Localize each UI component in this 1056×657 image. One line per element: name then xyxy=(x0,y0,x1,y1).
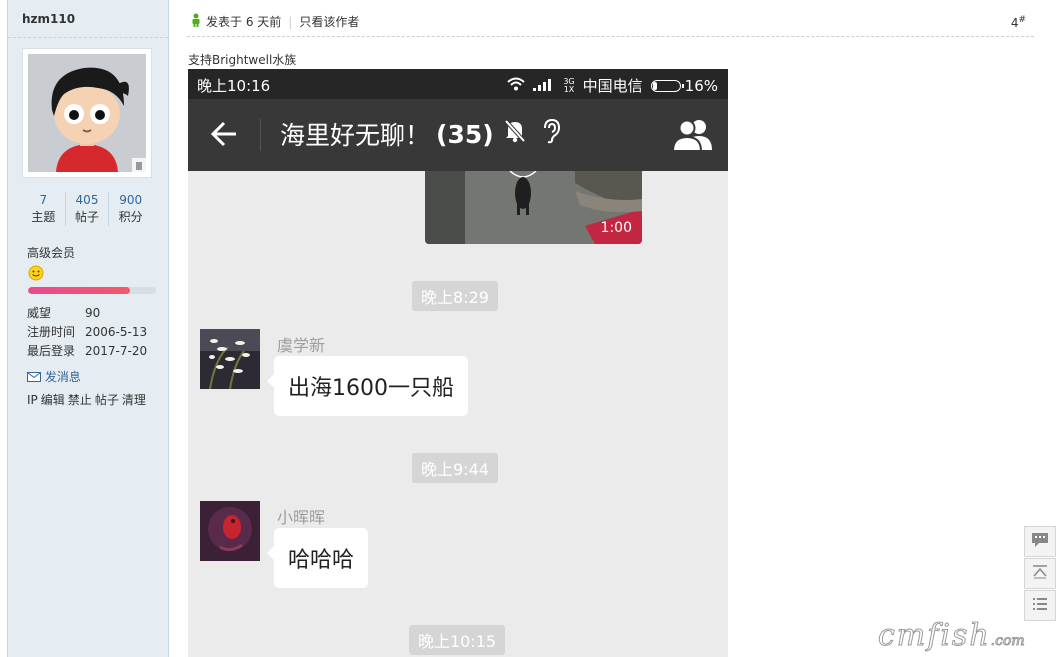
watermark-main: cmfish xyxy=(878,618,991,654)
send-message-label: 发消息 xyxy=(44,370,81,384)
admin-clean-link[interactable]: 清理 xyxy=(122,393,146,407)
info-key: 最后登录 xyxy=(27,344,76,358)
info-last-login: 最后登录 2017-7-20 xyxy=(27,342,147,359)
signal-icon xyxy=(533,77,555,95)
user-stats: 7 主题 405 帖子 900 积分 xyxy=(22,192,152,226)
admin-edit-link[interactable]: 编辑 xyxy=(41,393,65,407)
member-count: (35) xyxy=(436,119,494,149)
list-icon xyxy=(1032,597,1048,614)
rank-progress-fill xyxy=(28,287,131,294)
floor-number[interactable]: 4# xyxy=(1011,15,1026,30)
watermark-tail: .com xyxy=(990,633,1025,650)
stat-label: 主题 xyxy=(31,210,56,224)
sender-avatar[interactable] xyxy=(200,329,260,389)
smiley-icon xyxy=(28,265,44,284)
back-to-top-button[interactable] xyxy=(1024,558,1056,589)
comment-icon xyxy=(1031,532,1049,551)
envelope-icon xyxy=(27,370,45,384)
site-watermark: cmfish.com xyxy=(878,618,1026,654)
admin-ban-link[interactable]: 禁止 xyxy=(68,393,92,407)
stat-value: 900 xyxy=(119,193,143,207)
info-key: 威望 xyxy=(27,306,52,320)
sender-name: 虞学新 xyxy=(277,336,326,355)
chat-title: 海里好无聊！ (35) xyxy=(280,116,562,152)
post-body-text: 支持Brightwell水族 xyxy=(188,53,297,67)
stat-value: 405 xyxy=(75,193,99,207)
info-key: 注册时间 xyxy=(27,325,76,339)
user-rank: 高级会员 xyxy=(27,246,76,260)
message-bubble[interactable]: 出海1600一只船 xyxy=(267,356,468,416)
battery-icon xyxy=(650,79,684,92)
floor-mark: # xyxy=(1018,15,1026,25)
chat-time-chip: 晚上9:44 xyxy=(412,453,498,483)
wifi-icon xyxy=(507,77,526,95)
group-members-icon[interactable] xyxy=(671,117,714,154)
carrier-name: 中国电信 xyxy=(582,77,643,95)
online-status-icon xyxy=(191,13,201,30)
earpiece-icon xyxy=(540,118,562,150)
separator: | xyxy=(288,14,293,29)
chat-time-chip: 晚上8:29 xyxy=(412,281,498,311)
post-header: 发表于 6 天前 | 只看该作者 4# xyxy=(187,12,1034,37)
author-name[interactable]: hzm110 xyxy=(22,12,75,26)
only-author-link[interactable]: 只看该作者 xyxy=(299,13,359,30)
battery-percent: 16% xyxy=(684,76,718,95)
admin-links: IP 编辑 禁止 帖子 清理 xyxy=(27,391,149,408)
back-to-list-button[interactable] xyxy=(1024,590,1056,621)
stat-threads[interactable]: 7 主题 xyxy=(22,192,66,226)
video-message-thumbnail[interactable]: 1:00 xyxy=(425,171,642,244)
chat-nav-bar: 海里好无聊！ (35) xyxy=(188,99,728,171)
divider xyxy=(8,37,168,38)
admin-ip-link[interactable]: IP xyxy=(27,393,38,407)
arrow-up-icon xyxy=(1032,565,1048,582)
stat-points[interactable]: 900 积分 xyxy=(109,192,152,226)
chat-time-chip: 晚上10:15 xyxy=(409,625,506,655)
sender-name: 小晖晖 xyxy=(277,508,326,527)
stat-posts[interactable]: 405 帖子 xyxy=(66,192,110,226)
stat-label: 积分 xyxy=(118,210,143,224)
network-bottom: 1X xyxy=(563,84,575,94)
admin-posts-link[interactable]: 帖子 xyxy=(95,393,119,407)
info-value: 90 xyxy=(85,306,101,320)
mute-bell-icon xyxy=(504,119,526,149)
group-name: 海里好无聊！ xyxy=(280,121,431,150)
info-register-date: 注册时间 2006-5-13 xyxy=(27,323,147,340)
avatar-image xyxy=(28,54,146,172)
avatar[interactable] xyxy=(22,48,152,178)
status-time: 晚上10:16 xyxy=(197,77,271,95)
stat-value: 7 xyxy=(39,193,48,207)
nav-divider xyxy=(260,119,261,151)
chat-screenshot: 晚上10:16 3G 1X 中国电信 16% 海里好无聊！ (35) 1:00 … xyxy=(188,69,728,657)
info-value: 2017-7-20 xyxy=(85,344,148,358)
post-time: 发表于 6 天前 xyxy=(206,15,282,29)
message-bubble[interactable]: 哈哈哈 xyxy=(266,528,369,588)
video-duration: 1:00 xyxy=(600,220,632,236)
stat-label: 帖子 xyxy=(75,210,100,224)
rank-progress-bar xyxy=(28,287,156,294)
battery-level xyxy=(652,81,657,90)
info-prestige: 威望 90 xyxy=(27,304,100,321)
author-panel: hzm110 7 主题 405 帖子 900 积分 高级会员 威望 90 注册时… xyxy=(7,0,169,657)
info-value: 2006-5-13 xyxy=(85,325,148,339)
sender-avatar[interactable] xyxy=(200,501,260,561)
network-type: 3G 1X xyxy=(563,77,575,94)
reply-button[interactable] xyxy=(1024,526,1056,557)
back-arrow-icon[interactable] xyxy=(210,119,238,152)
send-message-link[interactable]: 发消息 xyxy=(27,368,81,385)
phone-status-bar: 晚上10:16 3G 1X 中国电信 16% xyxy=(188,69,728,99)
